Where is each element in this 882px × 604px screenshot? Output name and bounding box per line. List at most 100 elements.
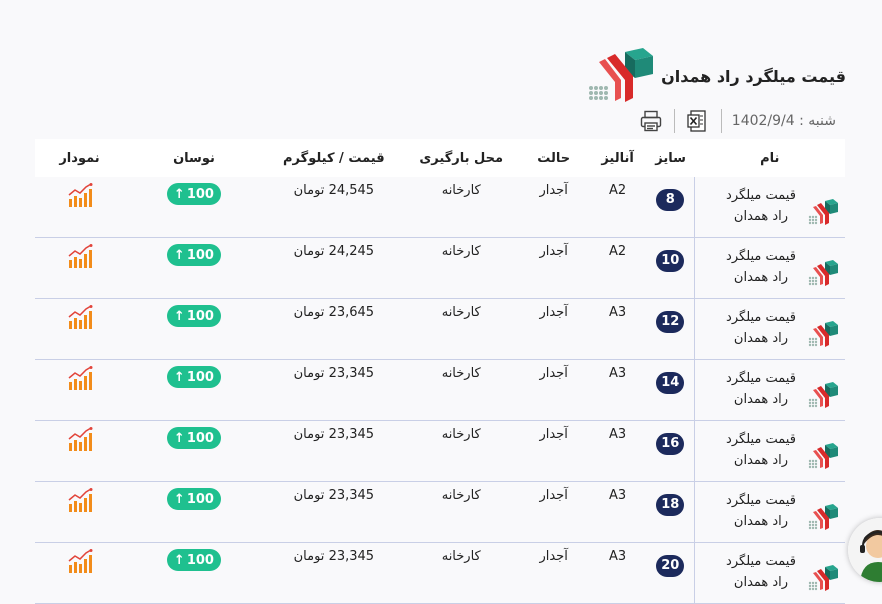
arrow-up-icon: ↑ bbox=[173, 247, 185, 263]
cell-change: ↑ 100 bbox=[124, 359, 264, 421]
price-value: 24,245 تومان bbox=[293, 244, 375, 259]
printer-icon[interactable] bbox=[638, 108, 664, 134]
product-name[interactable]: قیمت میلگرد راد همدان bbox=[721, 429, 801, 471]
cell-location: کارخانه bbox=[403, 542, 519, 604]
product-name[interactable]: قیمت میلگرد راد همدان bbox=[721, 246, 801, 288]
cell-analysis: A2 bbox=[588, 177, 647, 238]
change-value: 100 bbox=[186, 430, 214, 446]
table-row: قیمت میلگرد راد همدان 10 A2 آجدار کارخانه 24,… bbox=[35, 237, 845, 299]
header-price: قیمت / کیلوگرم bbox=[263, 139, 404, 177]
location-value: کارخانه bbox=[441, 488, 481, 503]
arrow-up-icon: ↑ bbox=[173, 552, 185, 568]
chart-icon[interactable] bbox=[67, 244, 93, 268]
table-row: قیمت میلگرد راد همدان 12 A3 آجدار کارخانه 23,… bbox=[35, 298, 845, 360]
cell-price: 23,345 تومان bbox=[263, 542, 404, 604]
header-size: سایز bbox=[646, 139, 695, 177]
product-icon bbox=[807, 197, 839, 225]
product-name[interactable]: قیمت میلگرد راد همدان bbox=[721, 185, 801, 227]
size-badge: 12 bbox=[656, 311, 685, 333]
excel-icon[interactable] bbox=[685, 108, 711, 134]
change-badge: ↑ 100 bbox=[166, 488, 221, 510]
cell-state: آجدار bbox=[518, 359, 589, 421]
product-name[interactable]: قیمت میلگرد راد همدان bbox=[721, 368, 801, 410]
product-name[interactable]: قیمت میلگرد راد همدان bbox=[721, 551, 801, 593]
cell-name: قیمت میلگرد راد همدان bbox=[694, 481, 845, 543]
change-value: 100 bbox=[186, 247, 214, 263]
size-badge: 8 bbox=[656, 189, 685, 211]
header-change: نوسان bbox=[124, 139, 264, 177]
state-value: آجدار bbox=[539, 549, 568, 564]
cell-change: ↑ 100 bbox=[124, 481, 264, 543]
cell-price: 23,345 تومان bbox=[263, 481, 404, 543]
analysis-value: A2 bbox=[609, 244, 627, 259]
cell-change: ↑ 100 bbox=[124, 542, 264, 604]
chart-icon[interactable] bbox=[67, 427, 93, 451]
chart-icon[interactable] bbox=[67, 183, 93, 207]
cell-change: ↑ 100 bbox=[124, 237, 264, 299]
location-value: کارخانه bbox=[441, 427, 481, 442]
arrow-up-icon: ↑ bbox=[173, 430, 185, 446]
price-value: 23,345 تومان bbox=[293, 427, 375, 442]
brand-logo-icon bbox=[589, 48, 654, 102]
size-badge: 10 bbox=[656, 250, 685, 272]
cell-analysis: A3 bbox=[588, 359, 647, 421]
state-value: آجدار bbox=[539, 366, 568, 381]
cell-name: قیمت میلگرد راد همدان bbox=[694, 359, 845, 421]
change-badge: ↑ 100 bbox=[166, 549, 221, 571]
change-badge: ↑ 100 bbox=[166, 305, 221, 327]
change-value: 100 bbox=[186, 552, 214, 568]
state-value: آجدار bbox=[539, 488, 568, 503]
cell-state: آجدار bbox=[518, 177, 589, 238]
state-value: آجدار bbox=[539, 305, 568, 320]
price-value: 23,345 تومان bbox=[293, 549, 375, 564]
change-value: 100 bbox=[186, 491, 214, 507]
analysis-value: A3 bbox=[609, 366, 627, 381]
cell-state: آجدار bbox=[518, 237, 589, 299]
header-name: نام bbox=[694, 139, 845, 177]
toolbar-divider bbox=[673, 109, 675, 133]
date-label: شنبه : 1402/9/4 bbox=[731, 113, 836, 129]
size-badge: 18 bbox=[656, 494, 685, 516]
product-icon bbox=[807, 502, 839, 530]
product-icon bbox=[807, 380, 839, 408]
cell-location: کارخانه bbox=[403, 481, 519, 543]
cell-location: کارخانه bbox=[403, 237, 519, 299]
change-badge: ↑ 100 bbox=[166, 244, 221, 266]
product-name[interactable]: قیمت میلگرد راد همدان bbox=[721, 307, 801, 349]
chart-icon[interactable] bbox=[67, 305, 93, 329]
change-badge: ↑ 100 bbox=[166, 427, 221, 449]
price-value: 23,345 تومان bbox=[293, 366, 375, 381]
cell-name: قیمت میلگرد راد همدان bbox=[694, 542, 845, 604]
location-value: کارخانه bbox=[441, 183, 481, 198]
cell-chart bbox=[35, 298, 125, 360]
location-value: کارخانه bbox=[441, 305, 481, 320]
table-header-row: نام سایز آنالیز حالت محل بارگیری قیمت / … bbox=[35, 139, 845, 177]
cell-state: آجدار bbox=[518, 481, 589, 543]
cell-analysis: A3 bbox=[588, 298, 647, 360]
state-value: آجدار bbox=[539, 183, 568, 198]
cell-size: 12 bbox=[646, 298, 695, 360]
cell-name: قیمت میلگرد راد همدان bbox=[694, 298, 845, 360]
product-name[interactable]: قیمت میلگرد راد همدان bbox=[721, 490, 801, 532]
cell-size: 16 bbox=[646, 420, 695, 482]
header-state: حالت bbox=[518, 139, 589, 177]
cell-size: 18 bbox=[646, 481, 695, 543]
arrow-up-icon: ↑ bbox=[173, 369, 185, 385]
price-value: 24,545 تومان bbox=[293, 183, 375, 198]
cell-state: آجدار bbox=[518, 542, 589, 604]
price-table: نام سایز آنالیز حالت محل بارگیری قیمت / … bbox=[35, 139, 845, 604]
chart-icon[interactable] bbox=[67, 488, 93, 512]
chart-icon[interactable] bbox=[67, 549, 93, 573]
cell-chart bbox=[35, 177, 125, 238]
size-badge: 20 bbox=[656, 555, 685, 577]
analysis-value: A3 bbox=[609, 549, 627, 564]
header-chart: نمودار bbox=[35, 139, 125, 177]
toolbar: شنبه : 1402/9/4 bbox=[638, 108, 836, 134]
support-avatar-icon[interactable] bbox=[848, 518, 882, 582]
size-badge: 14 bbox=[656, 372, 685, 394]
toolbar-divider bbox=[720, 109, 722, 133]
table-row: قیمت میلگرد راد همدان 18 A3 آجدار کارخانه 23,… bbox=[35, 481, 845, 543]
cell-location: کارخانه bbox=[403, 177, 519, 238]
chart-icon[interactable] bbox=[67, 366, 93, 390]
arrow-up-icon: ↑ bbox=[173, 491, 185, 507]
